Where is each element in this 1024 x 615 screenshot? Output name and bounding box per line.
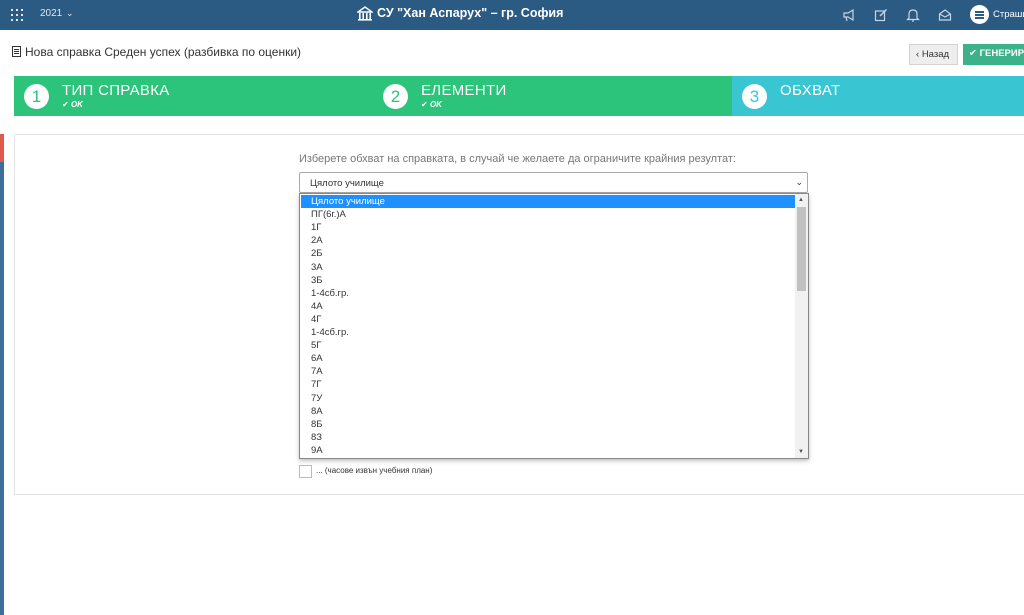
step-title: ТИП СПРАВКА — [62, 82, 170, 99]
envelope-icon[interactable] — [938, 8, 952, 22]
scope-select-value: Цялото училище — [310, 178, 384, 189]
back-button[interactable]: ‹ Назад — [909, 44, 958, 65]
dropdown-option[interactable]: 1Г — [301, 221, 795, 234]
generate-button[interactable]: ✔ ГЕНЕРИР — [963, 44, 1024, 65]
step-status: ✔ OK — [421, 100, 442, 109]
step-title: ЕЛЕМЕНТИ — [421, 82, 507, 99]
school-building-icon — [357, 6, 373, 21]
scrollbar[interactable]: ▲ ▼ — [795, 194, 808, 458]
step-number: 1 — [24, 84, 49, 109]
dropdown-option[interactable]: 3А — [301, 261, 795, 274]
edit-icon[interactable] — [874, 8, 888, 22]
dropdown-option[interactable]: 2Б — [301, 247, 795, 260]
document-icon — [12, 46, 21, 57]
bell-icon[interactable] — [906, 8, 920, 22]
school-title: СУ "Хан Аспарух" – гр. София — [377, 6, 564, 20]
extra-hours-checkbox[interactable] — [299, 465, 312, 478]
user-name[interactable]: Страши — [993, 9, 1024, 20]
dropdown-option[interactable]: 7У — [301, 392, 795, 405]
scroll-up-icon[interactable]: ▲ — [798, 197, 804, 203]
year-selector[interactable]: 2021 — [40, 8, 62, 19]
check-icon: ✔ — [969, 48, 977, 59]
dropdown-option[interactable]: 9А — [301, 444, 795, 457]
chevron-down-icon[interactable]: ⌄ — [66, 8, 74, 19]
check-icon: ✔ — [421, 100, 428, 109]
dropdown-option[interactable]: 7А — [301, 365, 795, 378]
side-edge-marker — [0, 134, 4, 162]
scope-select[interactable]: Цялото училище ⌄ — [299, 172, 808, 193]
step-number: 2 — [383, 84, 408, 109]
dropdown-option[interactable]: 5Г — [301, 339, 795, 352]
check-icon: ✔ — [62, 100, 69, 109]
step-title: ОБХВАТ — [780, 82, 841, 99]
dropdown-option[interactable]: 8А — [301, 405, 795, 418]
dropdown-option[interactable]: 3Б — [301, 274, 795, 287]
dropdown-option[interactable]: 7Г — [301, 378, 795, 391]
extra-hours-label: ... (часове извън учебния план) — [316, 466, 433, 475]
step-status: ✔ OK — [62, 100, 83, 109]
back-button-label: Назад — [921, 49, 950, 60]
dropdown-option[interactable]: 8З — [301, 431, 795, 444]
scope-prompt: Изберете обхват на справката, в случай ч… — [299, 153, 736, 165]
chevron-down-icon: ⌄ — [795, 177, 803, 187]
step-status-label: OK — [429, 100, 442, 109]
chevron-left-icon: ‹ — [916, 49, 920, 60]
wizard-step-scope[interactable]: 3 ОБХВАТ — [732, 76, 1024, 116]
scope-dropdown-list[interactable]: ▲ ▼ Цялото училище ПГ(6г.)А 1Г 2А 2Б 3А 3Б 1-4с… — [299, 193, 809, 459]
wizard-step-type[interactable]: 1 ТИП СПРАВКА ✔ OK — [14, 76, 373, 116]
wizard-steps: 1 ТИП СПРАВКА ✔ OK 2 ЕЛЕМЕНТИ ✔ OK 3 ОБХ… — [14, 76, 1024, 116]
dropdown-option[interactable]: 8Б — [301, 418, 795, 431]
scrollbar-thumb[interactable] — [797, 207, 806, 291]
dropdown-option[interactable]: 2А — [301, 234, 795, 247]
avatar[interactable] — [970, 5, 989, 24]
dropdown-option[interactable]: 1-4сб.гр. — [301, 287, 795, 300]
dropdown-option[interactable]: Цялото училище — [301, 195, 795, 208]
megaphone-icon[interactable] — [842, 8, 856, 22]
generate-button-label: ГЕНЕРИР — [979, 48, 1024, 59]
step-status-label: OK — [70, 100, 83, 109]
apps-grid-icon[interactable] — [11, 9, 23, 21]
dropdown-option[interactable]: 4А — [301, 300, 795, 313]
top-bar: 2021 ⌄ СУ "Хан Аспарух" – гр. София Стра… — [0, 0, 1024, 30]
scroll-down-icon[interactable]: ▼ — [798, 449, 804, 455]
wizard-step-elements[interactable]: 2 ЕЛЕМЕНТИ ✔ OK — [373, 76, 732, 116]
dropdown-option[interactable]: ПГ(6г.)А — [301, 208, 795, 221]
side-edge — [0, 134, 4, 615]
dropdown-option[interactable]: 4Г — [301, 313, 795, 326]
dropdown-option[interactable]: 6А — [301, 352, 795, 365]
page-title: Нова справка Среден успех (разбивка по о… — [25, 45, 302, 59]
step-number: 3 — [742, 84, 767, 109]
dropdown-option[interactable]: 1-4сб.гр. — [301, 326, 795, 339]
